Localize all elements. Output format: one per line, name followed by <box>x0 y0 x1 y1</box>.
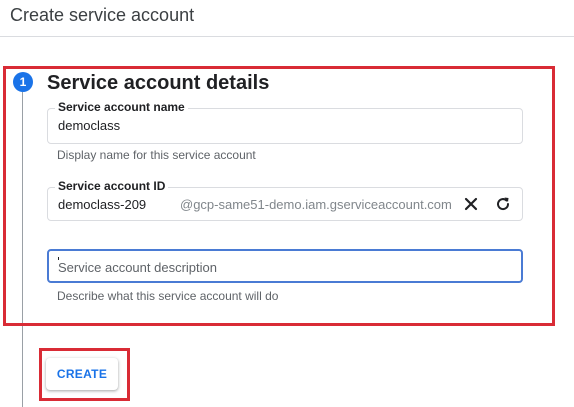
page-header: Create service account <box>0 0 574 37</box>
create-service-account-page: Create service account 1 Service account… <box>0 0 574 407</box>
annotation-highlight-details <box>3 66 555 326</box>
page-title: Create service account <box>10 5 195 25</box>
annotation-highlight-create <box>39 348 130 401</box>
